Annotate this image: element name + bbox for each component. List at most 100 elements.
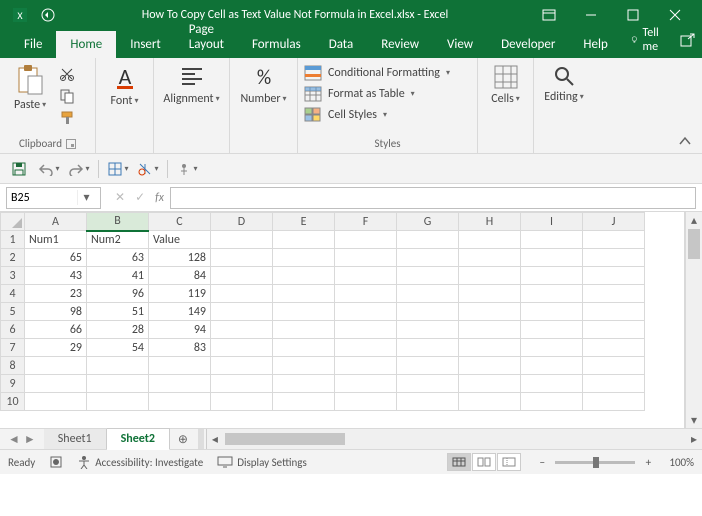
tab-home[interactable]: Home [56,31,116,58]
cell-B8[interactable] [87,357,149,375]
tab-review[interactable]: Review [367,31,433,58]
row-header-6[interactable]: 6 [1,321,25,339]
cell-A8[interactable] [25,357,87,375]
cell-H1[interactable] [459,231,521,249]
cell-B1[interactable]: Num2 [87,231,149,249]
name-box-dropdown[interactable]: ▾ [77,190,95,205]
tab-split-handle[interactable] [198,429,204,449]
cell-F4[interactable] [335,285,397,303]
cell-H2[interactable] [459,249,521,267]
tab-file[interactable]: File [10,31,56,58]
cell-C2[interactable]: 128 [149,249,211,267]
cell-G4[interactable] [397,285,459,303]
cell-E9[interactable] [273,375,335,393]
zoom-level[interactable]: 100% [669,456,694,469]
row-header-1[interactable]: 1 [1,231,25,249]
cell-D3[interactable] [211,267,273,285]
cell-C6[interactable]: 94 [149,321,211,339]
copy-button[interactable] [56,86,78,106]
minimize-button[interactable] [570,0,612,30]
tab-data[interactable]: Data [315,31,368,58]
cell-E6[interactable] [273,321,335,339]
cell-C8[interactable] [149,357,211,375]
col-header-E[interactable]: E [273,213,335,231]
cell-B3[interactable]: 41 [87,267,149,285]
cell-H8[interactable] [459,357,521,375]
qat-custom-2[interactable]: ▾ [137,158,159,180]
cell-A10[interactable] [25,393,87,411]
cell-J6[interactable] [583,321,645,339]
cell-H4[interactable] [459,285,521,303]
accessibility-status[interactable]: Accessibility: Investigate [77,455,203,469]
col-header-D[interactable]: D [211,213,273,231]
editing-button[interactable]: Editing▾ [536,62,591,106]
cell-I2[interactable] [521,249,583,267]
cell-H9[interactable] [459,375,521,393]
redo-button[interactable]: ▾ [68,158,90,180]
cell-G8[interactable] [397,357,459,375]
cell-B10[interactable] [87,393,149,411]
cell-G7[interactable] [397,339,459,357]
name-box-input[interactable] [7,189,77,207]
cell-E7[interactable] [273,339,335,357]
conditional-formatting-button[interactable]: Conditional Formatting▾ [304,64,450,82]
col-header-A[interactable]: A [25,213,87,231]
cell-E2[interactable] [273,249,335,267]
cell-G3[interactable] [397,267,459,285]
cell-A2[interactable]: 65 [25,249,87,267]
tab-insert[interactable]: Insert [116,31,175,58]
cell-I3[interactable] [521,267,583,285]
cell-C3[interactable]: 84 [149,267,211,285]
cell-E3[interactable] [273,267,335,285]
col-header-J[interactable]: J [583,213,645,231]
cancel-formula[interactable]: ✕ [115,190,125,205]
cell-J1[interactable] [583,231,645,249]
tab-formulas[interactable]: Formulas [238,31,315,58]
col-header-H[interactable]: H [459,213,521,231]
qat-touch-mode[interactable]: ▾ [176,158,198,180]
cell-B6[interactable]: 28 [87,321,149,339]
cell-D8[interactable] [211,357,273,375]
font-button[interactable]: A Font▾ [103,62,147,110]
cell-F10[interactable] [335,393,397,411]
macro-record[interactable] [49,455,63,469]
zoom-in[interactable]: + [641,456,655,469]
number-button[interactable]: % Number▾ [232,62,294,108]
view-page-layout[interactable] [472,453,496,471]
cell-A1[interactable]: Num1 [25,231,87,249]
format-as-table-button[interactable]: Format as Table▾ [304,85,415,103]
cell-J7[interactable] [583,339,645,357]
col-header-B[interactable]: B [87,213,149,231]
cell-F9[interactable] [335,375,397,393]
view-page-break[interactable] [497,453,521,471]
vertical-scrollbar[interactable]: ▴ ▾ [685,212,702,428]
cell-G1[interactable] [397,231,459,249]
sheet-nav-prev[interactable]: ◄ [8,432,20,447]
cell-E1[interactable] [273,231,335,249]
cut-button[interactable] [56,64,78,84]
cell-G9[interactable] [397,375,459,393]
collapse-ribbon[interactable] [678,135,692,147]
cell-B4[interactable]: 96 [87,285,149,303]
cell-I5[interactable] [521,303,583,321]
qat-custom-1[interactable]: ▾ [107,158,129,180]
row-header-2[interactable]: 2 [1,249,25,267]
cell-H3[interactable] [459,267,521,285]
cell-A4[interactable]: 23 [25,285,87,303]
cell-C4[interactable]: 119 [149,285,211,303]
cell-J4[interactable] [583,285,645,303]
cell-E5[interactable] [273,303,335,321]
row-header-9[interactable]: 9 [1,375,25,393]
ribbon-display-options[interactable] [528,0,570,30]
cell-F7[interactable] [335,339,397,357]
cell-F5[interactable] [335,303,397,321]
cell-J3[interactable] [583,267,645,285]
cell-C9[interactable] [149,375,211,393]
cell-F2[interactable] [335,249,397,267]
zoom-slider[interactable]: − + [535,456,655,469]
cell-J8[interactable] [583,357,645,375]
cell-C5[interactable]: 149 [149,303,211,321]
enter-formula[interactable]: ✓ [135,190,145,205]
cell-C10[interactable] [149,393,211,411]
tell-me[interactable]: Tell me [622,22,672,58]
